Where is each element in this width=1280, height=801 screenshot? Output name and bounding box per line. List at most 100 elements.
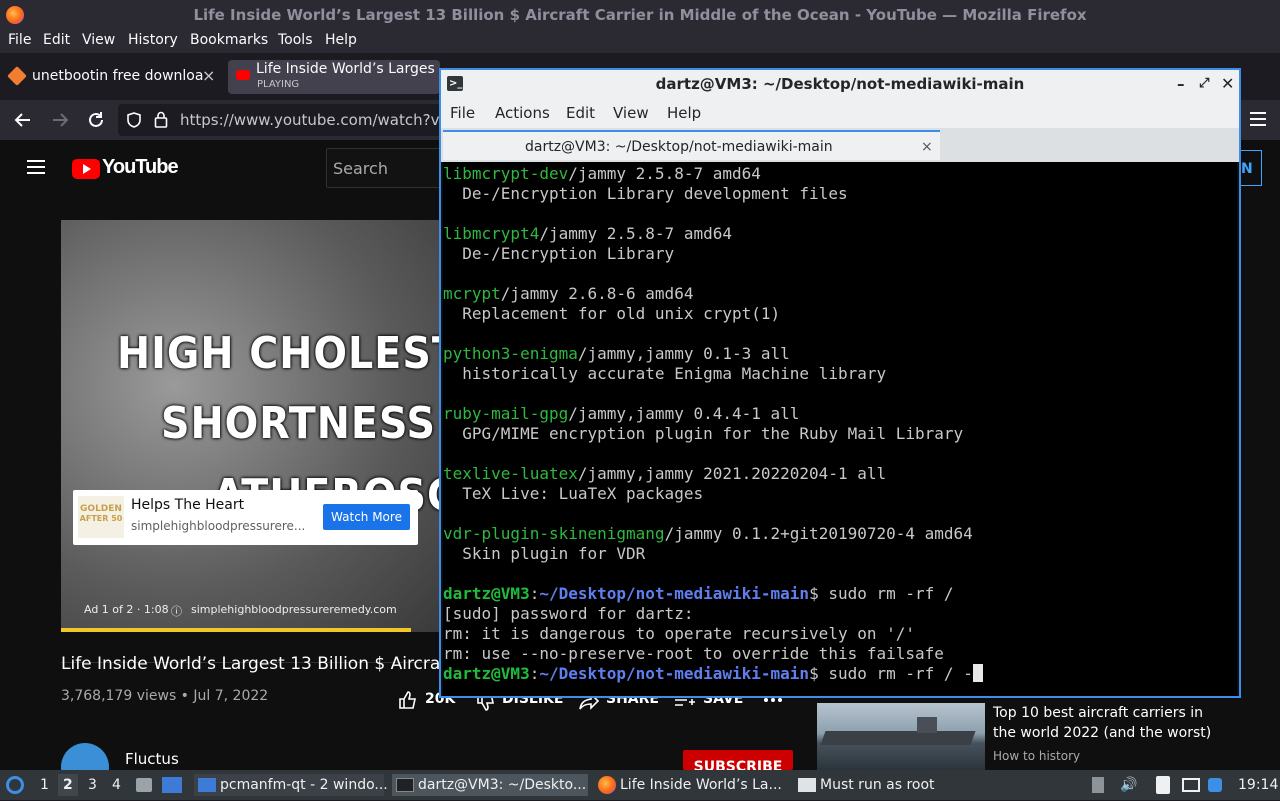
recommended-title-line1[interactable]: Top 10 best aircraft carriers in [993,705,1203,721]
quicklaunch-icon[interactable] [162,774,184,796]
recommended-channel[interactable]: How to history [993,749,1080,763]
taskbar: 1 2 3 4 pcmanfm-qt - 2 windo... dartz@VM… [0,770,1280,800]
terminal-menubar: File Actions Edit View Help [441,98,1239,128]
watch-more-button[interactable]: Watch More [323,504,410,530]
task-label: Life Inside World’s La... [620,777,782,793]
terminal-window: >_ dartz@VM3: ~/Desktop/not-mediawiki-ma… [439,68,1241,698]
watch-more-label: Watch More [331,510,402,524]
maximize-icon[interactable]: ⤢ [1199,70,1209,98]
tab-unetbootin[interactable]: unetbootin free downloa × [4,60,218,94]
folder-icon [198,778,216,792]
package-line: vdr-plugin-skinenigmang/jammy 0.1.2+git2… [443,524,973,543]
tab-close-icon[interactable]: × [202,66,215,85]
network-icon[interactable] [1182,774,1202,796]
package-description: historically accurate Enigma Machine lib… [443,364,887,383]
view-count-date: 3,768,179 views • Jul 7, 2022 [61,688,269,704]
task-pcmanfm[interactable]: pcmanfm-qt - 2 windo... [194,774,388,796]
tab-youtube[interactable]: Life Inside World’s Larges PLAYING [228,60,440,94]
menu-help[interactable]: Help [325,32,357,48]
video-overlay-line1: HIGH CHOLEST [117,328,439,379]
recommended-thumbnail[interactable] [817,703,985,770]
menu-view[interactable]: View [82,32,115,48]
menu-bookmarks[interactable]: Bookmarks [190,32,268,48]
ad-domain-link[interactable]: simplehighbloodpressureremedy.com [191,603,397,616]
forward-icon[interactable] [51,111,69,129]
terminal-titlebar[interactable]: >_ dartz@VM3: ~/Desktop/not-mediawiki-ma… [441,70,1239,98]
package-line: libmcrypt4/jammy 2.5.8-7 amd64 [443,224,732,243]
search-placeholder: Search [333,159,388,178]
like-icon[interactable] [398,690,418,710]
reload-icon[interactable] [87,111,105,129]
clock[interactable]: 19:14 [1238,774,1278,796]
terminal-icon [396,778,414,792]
hamburger-menu-icon[interactable] [1250,112,1266,126]
ad-title: Helps The Heart [131,497,245,513]
clipboard-icon[interactable] [1156,774,1174,796]
output-line: [sudo] password for dartz: [443,604,694,623]
channel-name[interactable]: Fluctus [125,750,179,768]
advertiser-logo: GOLDEN AFTER 50 [78,496,124,538]
unetbootin-favicon-icon [7,66,27,86]
task-label: Must run as root [820,777,935,793]
subscribe-button[interactable]: SUBSCRIBE [683,750,793,770]
ad-counter: Ad 1 of 2 · 1:08 [84,603,169,616]
url-bar[interactable]: https://www.youtube.com/watch?v= [118,104,458,136]
notification-icon[interactable] [1208,774,1226,796]
ad-progress-bar[interactable] [61,628,411,632]
terminal-menu-view[interactable]: View [613,104,649,122]
back-icon[interactable] [14,111,32,129]
desktop-4[interactable]: 4 [112,774,121,796]
ad-card[interactable]: GOLDEN AFTER 50 Helps The Heart simplehi… [73,490,418,545]
firefox-icon [598,776,616,794]
package-list: libmcrypt-dev/jammy 2.5.8-7 amd64 De-/En… [443,164,1237,584]
terminal-output[interactable]: libmcrypt-dev/jammy 2.5.8-7 amd64 De-/En… [443,162,1237,696]
package-description: GPG/MIME encryption plugin for the Ruby … [443,424,964,443]
subscribe-label: SUBSCRIBE [693,759,783,770]
terminal-menu-file[interactable]: File [450,104,475,122]
desktop-1[interactable]: 1 [40,774,49,796]
volume-icon[interactable]: 🔊 [1120,774,1137,796]
package-line: ruby-mail-gpg/jammy,jammy 0.4.4-1 all [443,404,800,423]
info-icon[interactable]: ⓘ [171,603,182,619]
shield-icon[interactable] [126,112,142,128]
tray-arrow-icon[interactable] [1092,774,1106,796]
task-must-run-as-root[interactable]: Must run as root [796,774,976,796]
task-terminal[interactable]: dartz@VM3: ~/Deskto... [392,774,588,796]
menu-file[interactable]: File [8,32,31,48]
lock-icon[interactable] [154,111,168,128]
task-label: pcmanfm-qt - 2 windo... [220,777,388,793]
menu-history[interactable]: History [128,32,178,48]
youtube-logo-icon[interactable] [72,159,100,179]
terminal-tab-close-icon[interactable]: × [921,132,933,162]
menu-tools[interactable]: Tools [278,32,313,48]
output-line: rm: it is dangerous to operate recursive… [443,624,916,643]
more-actions-icon[interactable] [764,698,782,702]
terminal-menu-edit[interactable]: Edit [566,104,595,122]
terminal-tab[interactable]: dartz@VM3: ~/Desktop/not-mediawiki-main … [443,130,940,160]
menu-edit[interactable]: Edit [43,32,70,48]
start-menu-icon[interactable] [6,774,26,796]
package-description: Skin plugin for VDR [443,544,646,563]
video-player[interactable]: HIGH CHOLEST SHORTNESS ATHEROSC GOLDEN A… [61,220,439,632]
yt-search-input[interactable]: Search [326,148,446,188]
terminal-menu-actions[interactable]: Actions [495,104,550,122]
minimize-icon[interactable]: – [1177,70,1185,98]
package-line: libmcrypt-dev/jammy 2.5.8-7 amd64 [443,164,761,183]
show-desktop-icon[interactable] [136,774,154,796]
recommended-title-line2[interactable]: the world 2022 (and the worst) [993,725,1211,741]
package-description: De-/Encryption Library development files [443,184,848,203]
terminal-menu-help[interactable]: Help [667,104,701,122]
prompt-line: dartz@VM3:~/Desktop/not-mediawiki-main$ … [443,664,1237,684]
desktop-2[interactable]: 2 [58,774,78,796]
yt-menu-icon[interactable] [27,160,45,174]
package-line: mcrypt/jammy 2.6.8-6 amd64 [443,284,694,303]
firefox-logo-icon [6,6,24,24]
desktop-3[interactable]: 3 [88,774,97,796]
terminal-tabbar: dartz@VM3: ~/Desktop/not-mediawiki-main … [441,128,1239,162]
task-firefox[interactable]: Life Inside World’s La... [594,774,790,796]
close-window-icon[interactable]: ✕ [1221,70,1234,98]
